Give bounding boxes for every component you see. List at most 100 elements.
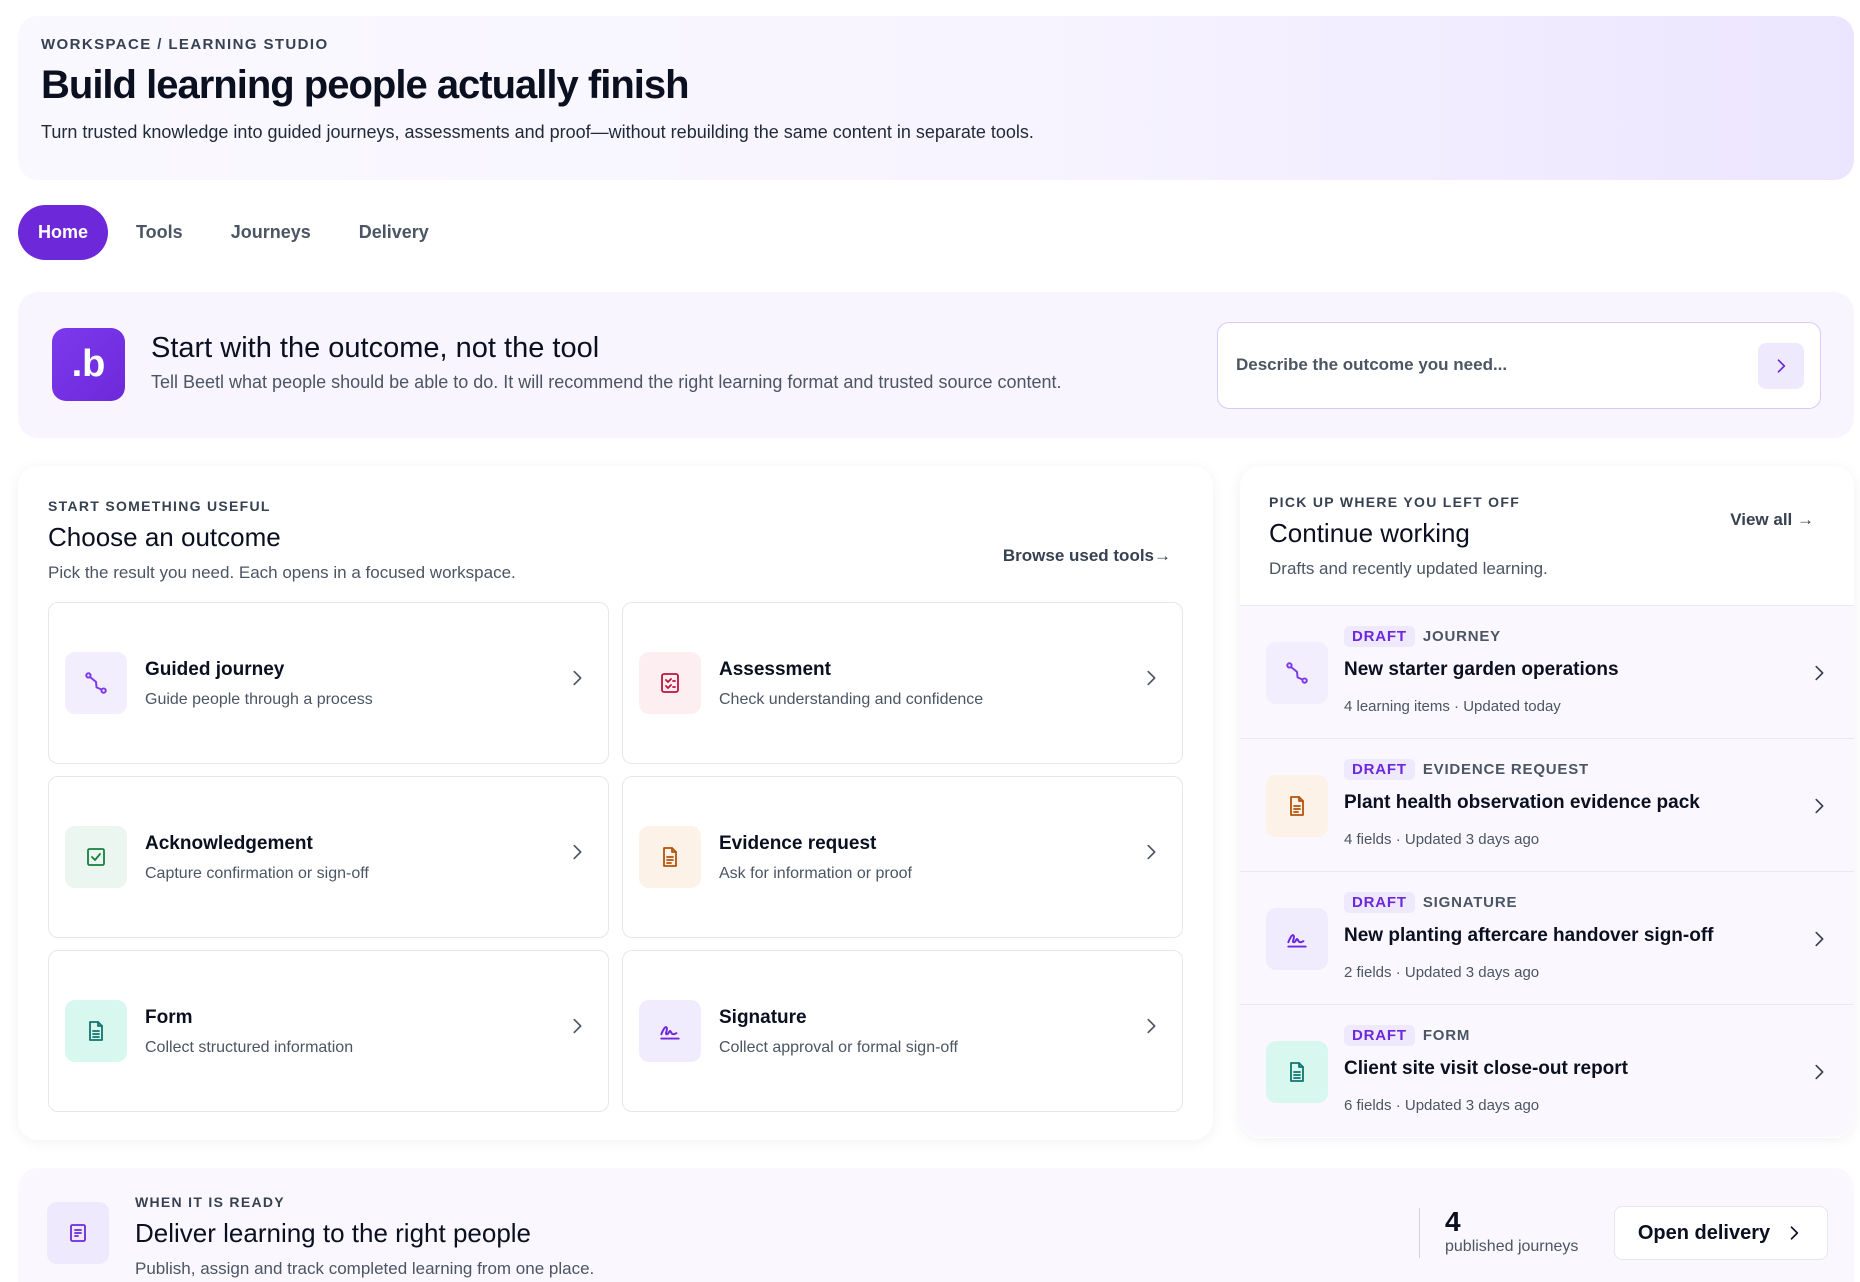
outcome-tile-signature[interactable]: Signature Collect approval or formal sig… bbox=[622, 950, 1183, 1112]
document-icon bbox=[1266, 775, 1328, 837]
route-icon bbox=[65, 652, 127, 714]
outcome-input-box bbox=[1217, 322, 1821, 409]
outcome-tile-form[interactable]: Form Collect structured information bbox=[48, 950, 609, 1112]
chevron-right-icon bbox=[1790, 1226, 1799, 1240]
continue-title: Continue working bbox=[1269, 518, 1470, 548]
page-subtitle: Turn trusted knowledge into guided journ… bbox=[41, 122, 1034, 142]
continue-list: DRAFT JOURNEY New starter garden operati… bbox=[1240, 605, 1854, 1137]
signature-icon bbox=[639, 1000, 701, 1062]
chevron-right-icon bbox=[573, 1018, 582, 1034]
chevron-right-icon bbox=[1815, 931, 1824, 947]
chevron-right-icon bbox=[1815, 1064, 1824, 1080]
outcome-tile-name: Form bbox=[145, 1007, 193, 1028]
outcome-banner: .b Start with the outcome, not the tool … bbox=[18, 292, 1854, 438]
page-title: Build learning people actually finish bbox=[41, 63, 690, 107]
outcome-tile-name: Assessment bbox=[719, 659, 831, 680]
choose-outcome-card: START SOMETHING USEFUL Choose an outcome… bbox=[18, 466, 1213, 1140]
list-item[interactable]: DRAFT EVIDENCE REQUEST Plant health obse… bbox=[1240, 738, 1854, 871]
list-item[interactable]: DRAFT JOURNEY New starter garden operati… bbox=[1240, 605, 1854, 738]
chevron-right-icon bbox=[1147, 670, 1156, 686]
row-tags: DRAFT JOURNEY bbox=[1344, 626, 1501, 647]
outcome-input[interactable] bbox=[1236, 323, 1736, 407]
type-tag: SIGNATURE bbox=[1422, 894, 1518, 911]
chevron-right-icon bbox=[1815, 665, 1824, 681]
row-title: Plant health observation evidence pack bbox=[1344, 792, 1700, 813]
outcome-tile-acknowledgement[interactable]: Acknowledgement Capture confirmation or … bbox=[48, 776, 609, 938]
type-tag: FORM bbox=[1422, 1027, 1471, 1044]
row-meta: 6 fields · Updated 3 days ago bbox=[1344, 1097, 1540, 1114]
chevron-right-icon bbox=[1777, 359, 1786, 373]
open-delivery-button[interactable]: Open delivery bbox=[1614, 1206, 1828, 1260]
row-meta: 2 fields · Updated 3 days ago bbox=[1344, 964, 1540, 981]
browse-used-tools-link[interactable]: Browse used tools→ bbox=[1003, 546, 1171, 566]
open-delivery-label: Open delivery bbox=[1637, 1221, 1771, 1244]
main-tabs: Home Tools Journeys Delivery bbox=[18, 205, 457, 260]
page-header: WORKSPACE / LEARNING STUDIO Build learni… bbox=[18, 16, 1854, 180]
row-title: New starter garden operations bbox=[1344, 659, 1619, 680]
status-badge: DRAFT bbox=[1344, 892, 1415, 913]
chevron-right-icon bbox=[573, 670, 582, 686]
status-badge: DRAFT bbox=[1344, 759, 1415, 780]
row-meta: 4 learning items · Updated today bbox=[1344, 698, 1561, 715]
tab-delivery[interactable]: Delivery bbox=[339, 205, 449, 260]
view-all-link[interactable]: View all → bbox=[1730, 510, 1814, 530]
published-journeys-label: published journeys bbox=[1445, 1238, 1579, 1255]
route-icon bbox=[1266, 642, 1328, 704]
delivery-title: Deliver learning to the right people bbox=[135, 1218, 532, 1248]
banner-title: Start with the outcome, not the tool bbox=[151, 332, 600, 364]
delivery-section: WHEN IT IS READY Deliver learning to the… bbox=[18, 1168, 1854, 1282]
continue-working-card: PICK UP WHERE YOU LEFT OFF Continue work… bbox=[1240, 466, 1854, 1138]
continue-header: PICK UP WHERE YOU LEFT OFF Continue work… bbox=[1269, 494, 1548, 579]
outcomes-header: START SOMETHING USEFUL Choose an outcome… bbox=[48, 498, 516, 583]
outcome-tile-name: Acknowledgement bbox=[145, 833, 313, 854]
outcome-tile-guided-journey[interactable]: Guided journey Guide people through a pr… bbox=[48, 602, 609, 764]
delivery-subtitle: Publish, assign and track completed lear… bbox=[135, 1259, 595, 1278]
chevron-right-icon bbox=[573, 844, 582, 860]
status-badge: DRAFT bbox=[1344, 626, 1415, 647]
status-badge: DRAFT bbox=[1344, 1025, 1415, 1046]
row-tags: DRAFT EVIDENCE REQUEST bbox=[1344, 759, 1589, 780]
document-icon bbox=[639, 826, 701, 888]
outcome-tile-name: Signature bbox=[719, 1007, 807, 1028]
outcome-tile-desc: Guide people through a process bbox=[145, 691, 373, 708]
beetl-logo: .b bbox=[52, 328, 125, 401]
tab-home[interactable]: Home bbox=[18, 205, 109, 260]
check-square-icon bbox=[65, 826, 127, 888]
outcome-tile-desc: Capture confirmation or sign-off bbox=[145, 865, 369, 882]
row-tags: DRAFT FORM bbox=[1344, 1025, 1470, 1046]
continue-subtitle: Drafts and recently updated learning. bbox=[1269, 559, 1548, 578]
checklist-icon bbox=[639, 652, 701, 714]
row-meta: 4 fields · Updated 3 days ago bbox=[1344, 831, 1540, 848]
delivery-list-icon bbox=[47, 1202, 109, 1264]
delivery-eyebrow: WHEN IT IS READY bbox=[135, 1194, 285, 1210]
type-tag: EVIDENCE REQUEST bbox=[1422, 761, 1589, 778]
outcome-tile-desc: Check understanding and confidence bbox=[719, 691, 984, 708]
form-icon bbox=[1266, 1041, 1328, 1103]
chevron-right-icon bbox=[1147, 844, 1156, 860]
outcomes-subtitle: Pick the result you need. Each opens in … bbox=[48, 563, 516, 582]
list-item[interactable]: DRAFT FORM Client site visit close-out r… bbox=[1240, 1004, 1854, 1137]
form-icon bbox=[65, 1000, 127, 1062]
row-title: New planting aftercare handover sign-off bbox=[1344, 925, 1714, 946]
outcome-tile-desc: Ask for information or proof bbox=[719, 865, 912, 882]
row-title: Client site visit close-out report bbox=[1344, 1058, 1628, 1079]
published-journeys-count: 4 bbox=[1445, 1206, 1461, 1237]
banner-subtitle: Tell Beetl what people should be able to… bbox=[151, 372, 1062, 392]
breadcrumb: WORKSPACE / LEARNING STUDIO bbox=[41, 36, 329, 53]
delivery-text: WHEN IT IS READY Deliver learning to the… bbox=[135, 1194, 594, 1279]
list-item[interactable]: DRAFT SIGNATURE New planting aftercare h… bbox=[1240, 871, 1854, 1004]
row-tags: DRAFT SIGNATURE bbox=[1344, 892, 1517, 913]
chevron-right-icon bbox=[1815, 798, 1824, 814]
signature-icon bbox=[1266, 908, 1328, 970]
tab-journeys[interactable]: Journeys bbox=[211, 205, 331, 260]
type-tag: JOURNEY bbox=[1422, 628, 1501, 645]
tab-tools[interactable]: Tools bbox=[116, 205, 203, 260]
outcome-tile-name: Evidence request bbox=[719, 833, 877, 854]
outcome-tile-desc: Collect approval or formal sign-off bbox=[719, 1039, 958, 1056]
outcome-tile-assessment[interactable]: Assessment Check understanding and confi… bbox=[622, 602, 1183, 764]
outcome-tile-name: Guided journey bbox=[145, 659, 285, 680]
outcome-submit-button[interactable] bbox=[1758, 343, 1804, 389]
outcome-tile-desc: Collect structured information bbox=[145, 1039, 354, 1056]
stat-divider bbox=[1419, 1208, 1420, 1258]
outcome-tile-evidence-request[interactable]: Evidence request Ask for information or … bbox=[622, 776, 1183, 938]
